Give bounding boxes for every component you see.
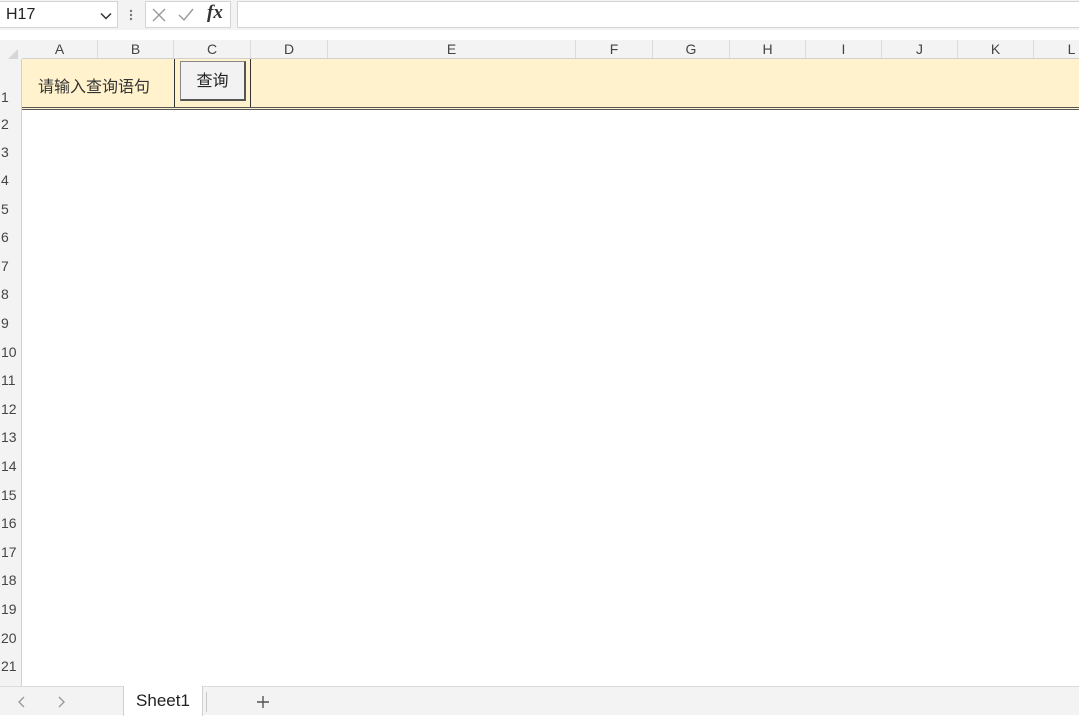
tab-separator xyxy=(206,692,207,712)
row-header-10[interactable]: 10 xyxy=(0,338,21,366)
name-box[interactable]: H17 xyxy=(0,1,118,28)
row-header-11[interactable]: 11 xyxy=(0,366,21,395)
row-header-20[interactable]: 20 xyxy=(0,624,21,652)
row-header-15[interactable]: 15 xyxy=(0,481,21,509)
column-header-e[interactable]: E xyxy=(328,40,576,58)
chevron-right-icon[interactable] xyxy=(55,695,67,709)
column-header-d[interactable]: D xyxy=(251,40,328,58)
formula-input[interactable] xyxy=(237,1,1079,28)
row-header-4[interactable]: 4 xyxy=(0,166,21,195)
sheet-tab-bar: Sheet1 xyxy=(0,686,1079,716)
row-header-18[interactable]: 18 xyxy=(0,566,21,595)
select-all-button[interactable] xyxy=(0,40,22,62)
row-header-1[interactable]: 1 xyxy=(0,59,21,110)
more-options-icon[interactable] xyxy=(128,7,134,23)
row-header-19[interactable]: 19 xyxy=(0,595,21,624)
row-header-6[interactable]: 6 xyxy=(0,223,21,252)
formula-bar: H17 fx xyxy=(0,0,1079,30)
row-header-2[interactable]: 2 xyxy=(0,110,21,138)
row-header-14[interactable]: 14 xyxy=(0,452,21,481)
insert-function-button[interactable]: fx xyxy=(207,2,223,24)
row-header-13[interactable]: 13 xyxy=(0,423,21,452)
row-header-9[interactable]: 9 xyxy=(0,309,21,338)
column-headers: A B C D E F G H I J K L M xyxy=(22,40,1079,59)
row-headers: 1 2 3 4 5 6 7 8 9 10 11 12 13 14 15 16 1… xyxy=(0,59,22,686)
query-prompt-label: 请输入查询语句 xyxy=(38,77,151,96)
column-header-k[interactable]: K xyxy=(958,40,1034,58)
cancel-icon[interactable] xyxy=(152,8,166,22)
row-header-16[interactable]: 16 xyxy=(0,509,21,538)
row-header-12[interactable]: 12 xyxy=(0,395,21,423)
chevron-left-icon[interactable] xyxy=(16,695,28,709)
column-header-f[interactable]: F xyxy=(576,40,653,58)
spreadsheet-grid[interactable]: A B C D E F G H I J K L M 1 2 3 4 5 6 7 … xyxy=(0,30,1079,686)
checkmark-icon[interactable] xyxy=(178,8,194,22)
column-header-j[interactable]: J xyxy=(882,40,958,58)
column-header-a[interactable]: A xyxy=(22,40,98,58)
column-header-c[interactable]: C xyxy=(174,40,251,58)
column-header-b[interactable]: B xyxy=(98,40,174,58)
name-box-value[interactable]: H17 xyxy=(6,6,35,24)
query-button[interactable]: 查询 xyxy=(180,61,246,101)
row-header-17[interactable]: 17 xyxy=(0,538,21,566)
cell-border-bc xyxy=(174,59,175,107)
column-header-g[interactable]: G xyxy=(653,40,730,58)
row-header-7[interactable]: 7 xyxy=(0,252,21,280)
column-header-i[interactable]: I xyxy=(806,40,882,58)
row-1-cells[interactable]: 请输入查询语句 查询 xyxy=(22,59,1079,110)
cell-border-cd xyxy=(250,59,251,107)
row-header-8[interactable]: 8 xyxy=(0,280,21,309)
chevron-down-icon[interactable] xyxy=(99,9,113,23)
row-header-21[interactable]: 21 xyxy=(0,652,21,681)
row-header-5[interactable]: 5 xyxy=(0,195,21,223)
plus-icon[interactable] xyxy=(256,695,270,709)
formula-buttons: fx xyxy=(145,1,231,28)
row-header-3[interactable]: 3 xyxy=(0,138,21,166)
column-header-h[interactable]: H xyxy=(730,40,806,58)
column-header-l[interactable]: L xyxy=(1034,40,1079,58)
sheet-tab-sheet1[interactable]: Sheet1 xyxy=(123,686,203,716)
